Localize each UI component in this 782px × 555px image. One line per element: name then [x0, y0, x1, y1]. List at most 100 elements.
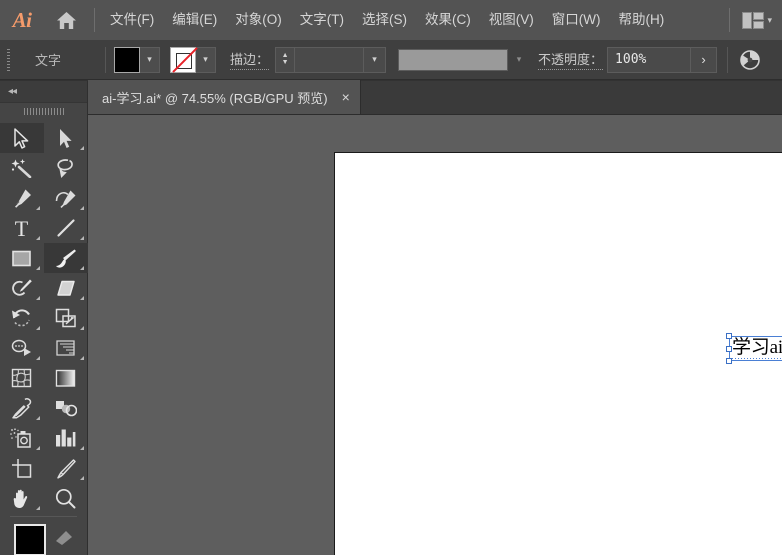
- flyout-indicator: [79, 326, 84, 330]
- flyout-indicator: [79, 206, 84, 210]
- tool-zoom[interactable]: [44, 483, 88, 513]
- menu-item-file[interactable]: 文件(F): [101, 0, 163, 40]
- home-icon[interactable]: [44, 0, 88, 40]
- close-icon[interactable]: ×: [342, 90, 350, 104]
- menu-item-window[interactable]: 窗口(W): [543, 0, 610, 40]
- flyout-indicator: [35, 236, 40, 240]
- tool-lasso[interactable]: [44, 153, 88, 183]
- tool-column-graph[interactable]: [44, 423, 88, 453]
- tool-slice[interactable]: [44, 453, 88, 483]
- control-divider-1: [105, 46, 107, 73]
- tool-pen[interactable]: [0, 183, 44, 213]
- recolor-artwork-icon[interactable]: [736, 46, 764, 74]
- stroke-swatch-glyph: [56, 531, 72, 545]
- stroke-profile-chevron[interactable]: ▾: [508, 47, 530, 73]
- control-bar-grip[interactable]: [3, 47, 14, 73]
- menubar-right-group: ▾: [723, 0, 782, 40]
- flyout-indicator: [79, 146, 84, 150]
- mesh-tool-icon: [11, 368, 32, 388]
- curvature-tool-icon: [55, 190, 75, 208]
- tool-rectangle[interactable]: [0, 243, 44, 273]
- tool-width[interactable]: [0, 333, 44, 363]
- fill-dropdown-chevron[interactable]: ▾: [140, 46, 161, 73]
- tool-shaper[interactable]: [0, 273, 44, 303]
- document-tab[interactable]: ai-学习.ai* @ 74.55% (RGB/GPU 预览) ×: [88, 80, 361, 114]
- handle-bottom-left[interactable]: [726, 358, 732, 364]
- stroke-weight-group: ▲ ▼ ▾: [275, 46, 387, 73]
- eyedropper-tool-icon: [12, 397, 32, 419]
- opacity-expand-arrow[interactable]: ›: [691, 46, 718, 73]
- hand-tool-icon: [13, 489, 28, 508]
- stepper-down-icon: ▼: [281, 59, 289, 66]
- tool-symbol-sprayer[interactable]: [0, 423, 44, 453]
- stroke-swatch-group: ▾: [170, 46, 217, 73]
- workspace-layout-icon: [742, 11, 765, 29]
- flyout-indicator: [35, 206, 40, 210]
- recolor-glyph: [740, 49, 760, 70]
- tool-panel-header[interactable]: ◂◂: [0, 81, 87, 103]
- tool-blend[interactable]: [44, 393, 88, 423]
- tool-paintbrush[interactable]: [43, 243, 88, 273]
- tool-eraser[interactable]: [44, 273, 88, 303]
- menu-item-view[interactable]: 视图(V): [480, 0, 543, 40]
- slice-tool-icon: [56, 458, 76, 479]
- fill-color-swatch[interactable]: [114, 46, 141, 73]
- tool-scale[interactable]: [44, 303, 88, 333]
- tool-magic-wand[interactable]: [0, 153, 44, 183]
- free-transform-tool-icon: [55, 340, 75, 356]
- tool-eyedropper[interactable]: [0, 393, 44, 423]
- fill-stroke-swatch[interactable]: [0, 520, 87, 555]
- menu-item-object[interactable]: 对象(O): [226, 0, 291, 40]
- text-content: 学习ai教程博物大百科: [732, 337, 782, 358]
- menu-item-type[interactable]: 文字(T): [291, 0, 353, 40]
- stroke-weight-label[interactable]: 描边：: [230, 49, 270, 70]
- tool-panel-grip[interactable]: [0, 103, 87, 119]
- menu-divider-right: [729, 8, 731, 32]
- tool-mesh[interactable]: [0, 363, 44, 393]
- type-tool-icon: T: [15, 218, 29, 238]
- document-tab-bar: ai-学习.ai* @ 74.55% (RGB/GPU 预览) ×: [88, 80, 782, 115]
- control-divider-2: [727, 46, 729, 73]
- tool-type[interactable]: T: [0, 213, 44, 243]
- toolpanel-fill-swatch[interactable]: [14, 524, 46, 555]
- flyout-indicator: [79, 266, 84, 270]
- tool-artboard[interactable]: [0, 453, 44, 483]
- svg-text:T: T: [15, 218, 29, 238]
- stroke-weight-input[interactable]: [294, 46, 365, 73]
- stroke-profile-group: ▾: [398, 47, 530, 73]
- flyout-indicator: [35, 446, 40, 450]
- tool-free-transform[interactable]: [44, 333, 88, 363]
- stroke-color-swatch[interactable]: [170, 46, 197, 73]
- tool-curvature[interactable]: [44, 183, 88, 213]
- flyout-indicator: [79, 296, 84, 300]
- stroke-dropdown-chevron[interactable]: ▾: [196, 46, 217, 73]
- document-tab-title: ai-学习.ai* @ 74.55% (RGB/GPU 预览): [102, 90, 328, 106]
- tool-direct-selection[interactable]: [44, 123, 88, 153]
- flyout-indicator: [35, 356, 40, 360]
- menu-item-effect[interactable]: 效果(C): [416, 0, 480, 40]
- tool-hand[interactable]: [0, 483, 44, 513]
- canvas-area[interactable]: 学习ai教程博物大百科: [88, 115, 782, 555]
- menu-item-help[interactable]: 帮助(H): [609, 0, 673, 40]
- handle-top-left[interactable]: [726, 333, 732, 339]
- tool-line-segment[interactable]: [44, 213, 88, 243]
- artboard[interactable]: 学习ai教程博物大百科: [334, 152, 782, 555]
- tool-rotate[interactable]: [0, 303, 44, 333]
- stroke-weight-dropdown-chevron[interactable]: ▾: [364, 46, 387, 73]
- tool-selection[interactable]: [0, 123, 44, 153]
- collapse-panel-icon[interactable]: ◂◂: [8, 86, 17, 97]
- menu-item-select[interactable]: 选择(S): [353, 0, 416, 40]
- opacity-label[interactable]: 不透明度：: [538, 49, 604, 70]
- stroke-profile-picker[interactable]: [398, 48, 509, 71]
- menu-item-edit[interactable]: 编辑(E): [163, 0, 226, 40]
- flyout-indicator: [35, 266, 40, 270]
- opacity-input[interactable]: 100%: [607, 46, 692, 73]
- menu-items-group: 文件(F) 编辑(E) 对象(O) 文字(T) 选择(S) 效果(C) 视图(V…: [101, 0, 673, 40]
- paintbrush-tool-icon: [55, 249, 76, 268]
- chevron-down-icon: ▾: [767, 14, 772, 25]
- handle-middle-left[interactable]: [726, 345, 732, 352]
- workspace-switcher[interactable]: ▾: [736, 0, 778, 40]
- tool-gradient[interactable]: [44, 363, 88, 393]
- stroke-weight-stepper[interactable]: ▲ ▼: [275, 46, 295, 73]
- toolpanel-stroke-swatch[interactable]: [53, 528, 75, 551]
